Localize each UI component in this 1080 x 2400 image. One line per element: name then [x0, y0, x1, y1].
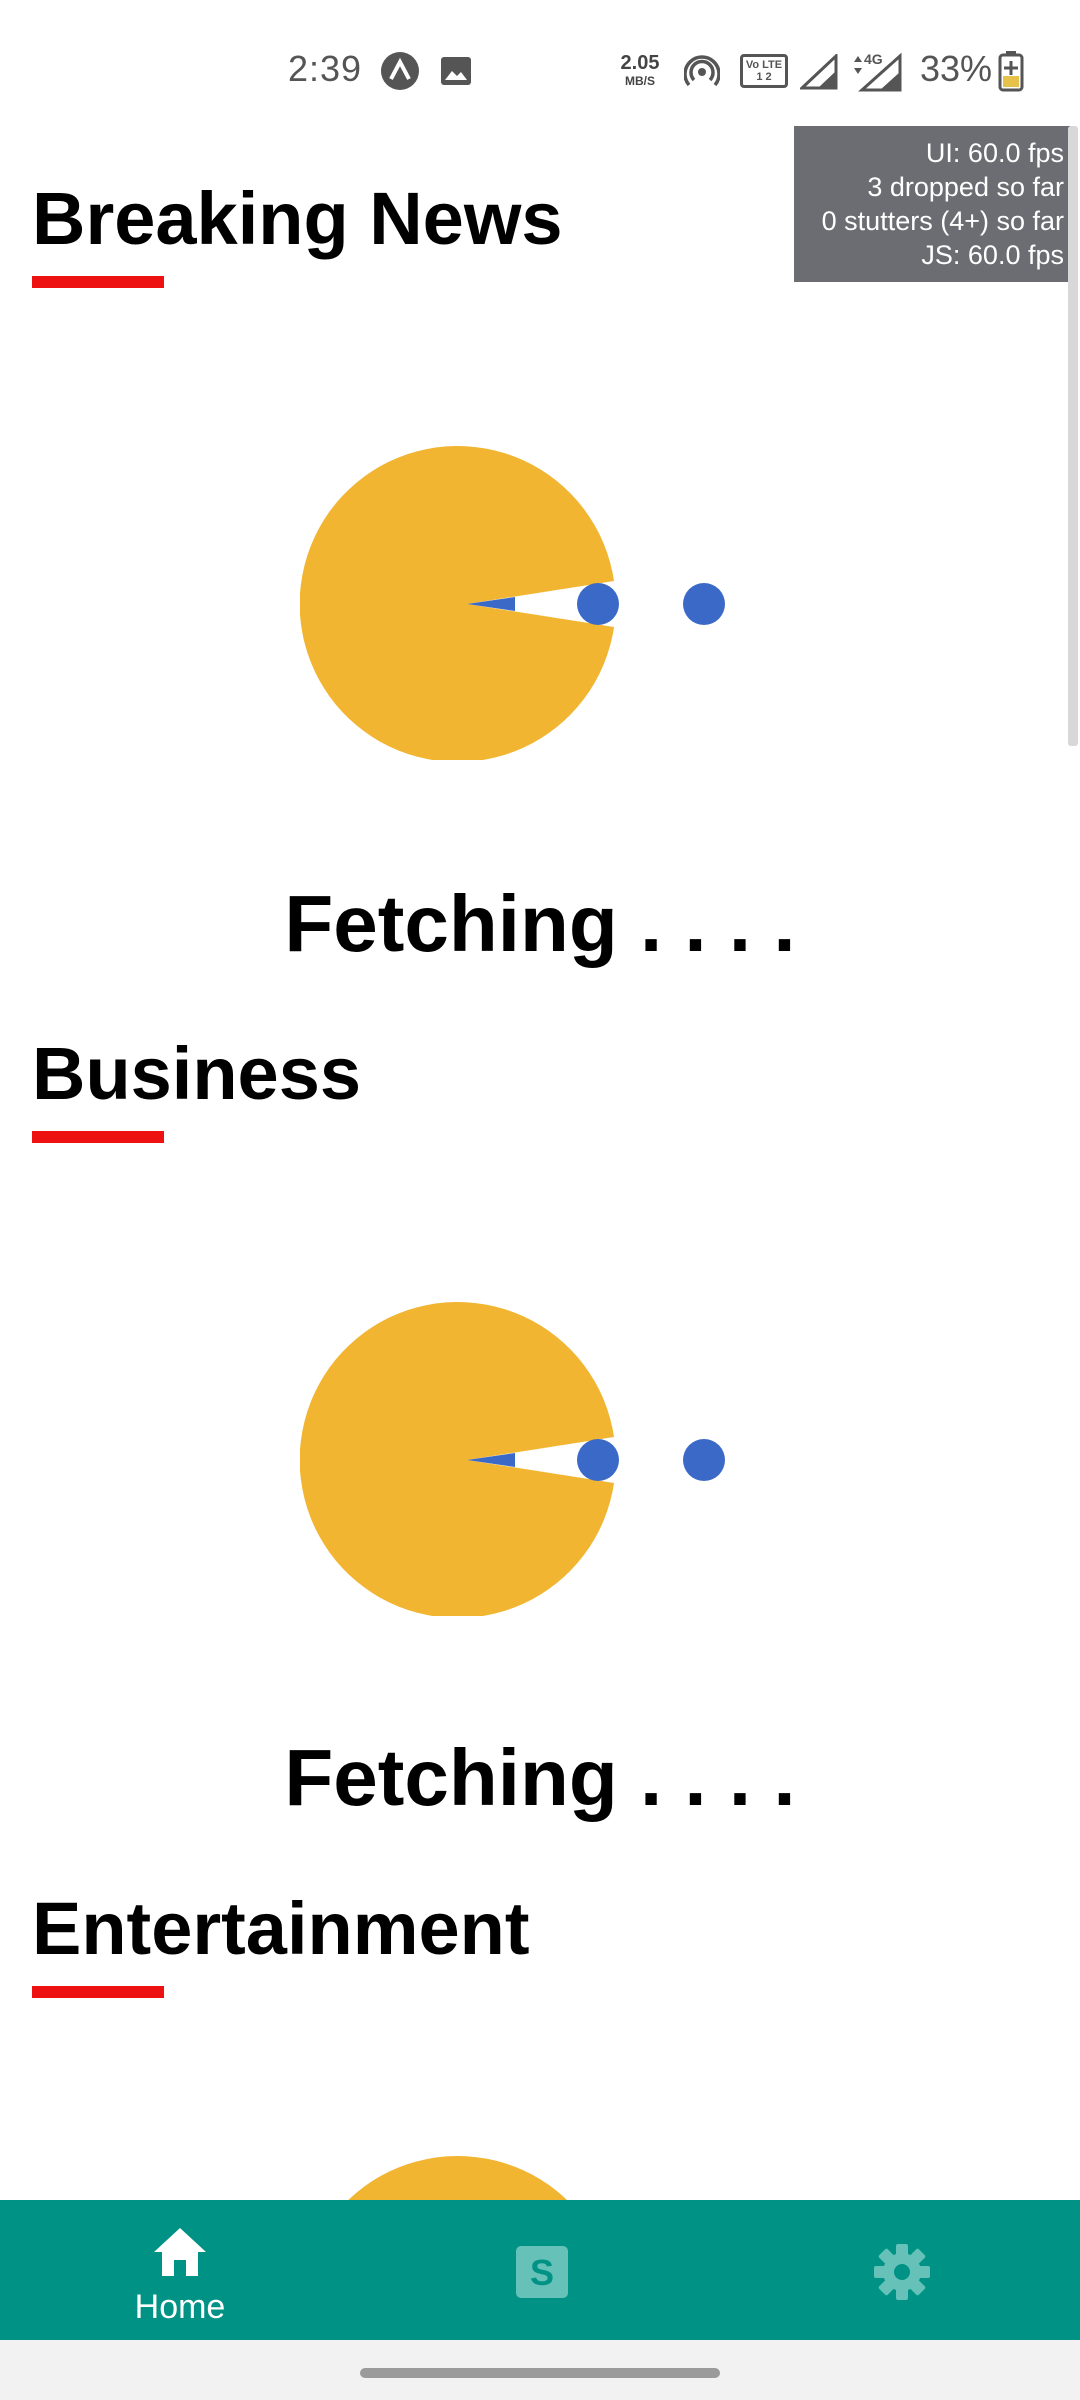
section-underline — [32, 1986, 164, 1998]
image-icon — [441, 57, 471, 85]
section-underline — [32, 1131, 164, 1143]
home-icon — [154, 2228, 206, 2276]
status-time: 2:39 — [288, 48, 363, 89]
screen: 2:39 2.05 MB/S Vo LTE 1 2 4G 33% UI: 60.… — [0, 0, 1080, 2400]
battery-icon — [998, 51, 1024, 92]
s-square-icon: S — [516, 2246, 568, 2298]
perf-js-fps: JS: 60.0 fps — [921, 240, 1064, 270]
section-underline — [32, 276, 164, 288]
home-gesture-pill[interactable] — [360, 2368, 720, 2378]
loading-text: Fetching . . . . — [284, 879, 796, 968]
perf-monitor: UI: 60.0 fps 3 dropped so far 0 stutters… — [794, 126, 1072, 282]
status-bar: 2:39 2.05 MB/S Vo LTE 1 2 4G 33% — [0, 0, 1080, 130]
pacman-loader-icon — [300, 1302, 725, 1616]
nav-s[interactable]: S — [360, 2200, 720, 2340]
section-title: Breaking News — [32, 177, 563, 260]
net-speed: 2.05 MB/S — [620, 52, 660, 88]
nav-home-label: Home — [134, 2288, 226, 2326]
gear-icon — [874, 2244, 930, 2300]
nav-home[interactable]: Home — [0, 2200, 360, 2340]
network-type: 4G — [864, 51, 883, 67]
svg-text:S: S — [530, 2252, 554, 2293]
section-title: Business — [32, 1032, 362, 1115]
hotspot-icon — [684, 55, 720, 87]
battery-percent: 33% — [920, 48, 993, 89]
perf-ui-fps: UI: 60.0 fps — [925, 138, 1064, 168]
perf-dropped: 3 dropped so far — [867, 172, 1064, 202]
app-a-icon — [381, 52, 419, 90]
signal-4g-icon: 4G — [854, 51, 902, 92]
volte-icon: Vo LTE 1 2 — [740, 54, 788, 88]
loading-text: Fetching . . . . — [284, 1733, 796, 1822]
pacman-loader-icon — [300, 446, 725, 760]
gesture-bar — [0, 2340, 1080, 2400]
scrollbar[interactable] — [1068, 126, 1078, 746]
signal-icon — [800, 54, 838, 90]
section-title: Entertainment — [32, 1887, 530, 1970]
nav-settings[interactable] — [720, 2200, 1080, 2340]
bottom-nav: Home S — [0, 2200, 1080, 2340]
perf-stutters: 0 stutters (4+) so far — [821, 206, 1064, 236]
